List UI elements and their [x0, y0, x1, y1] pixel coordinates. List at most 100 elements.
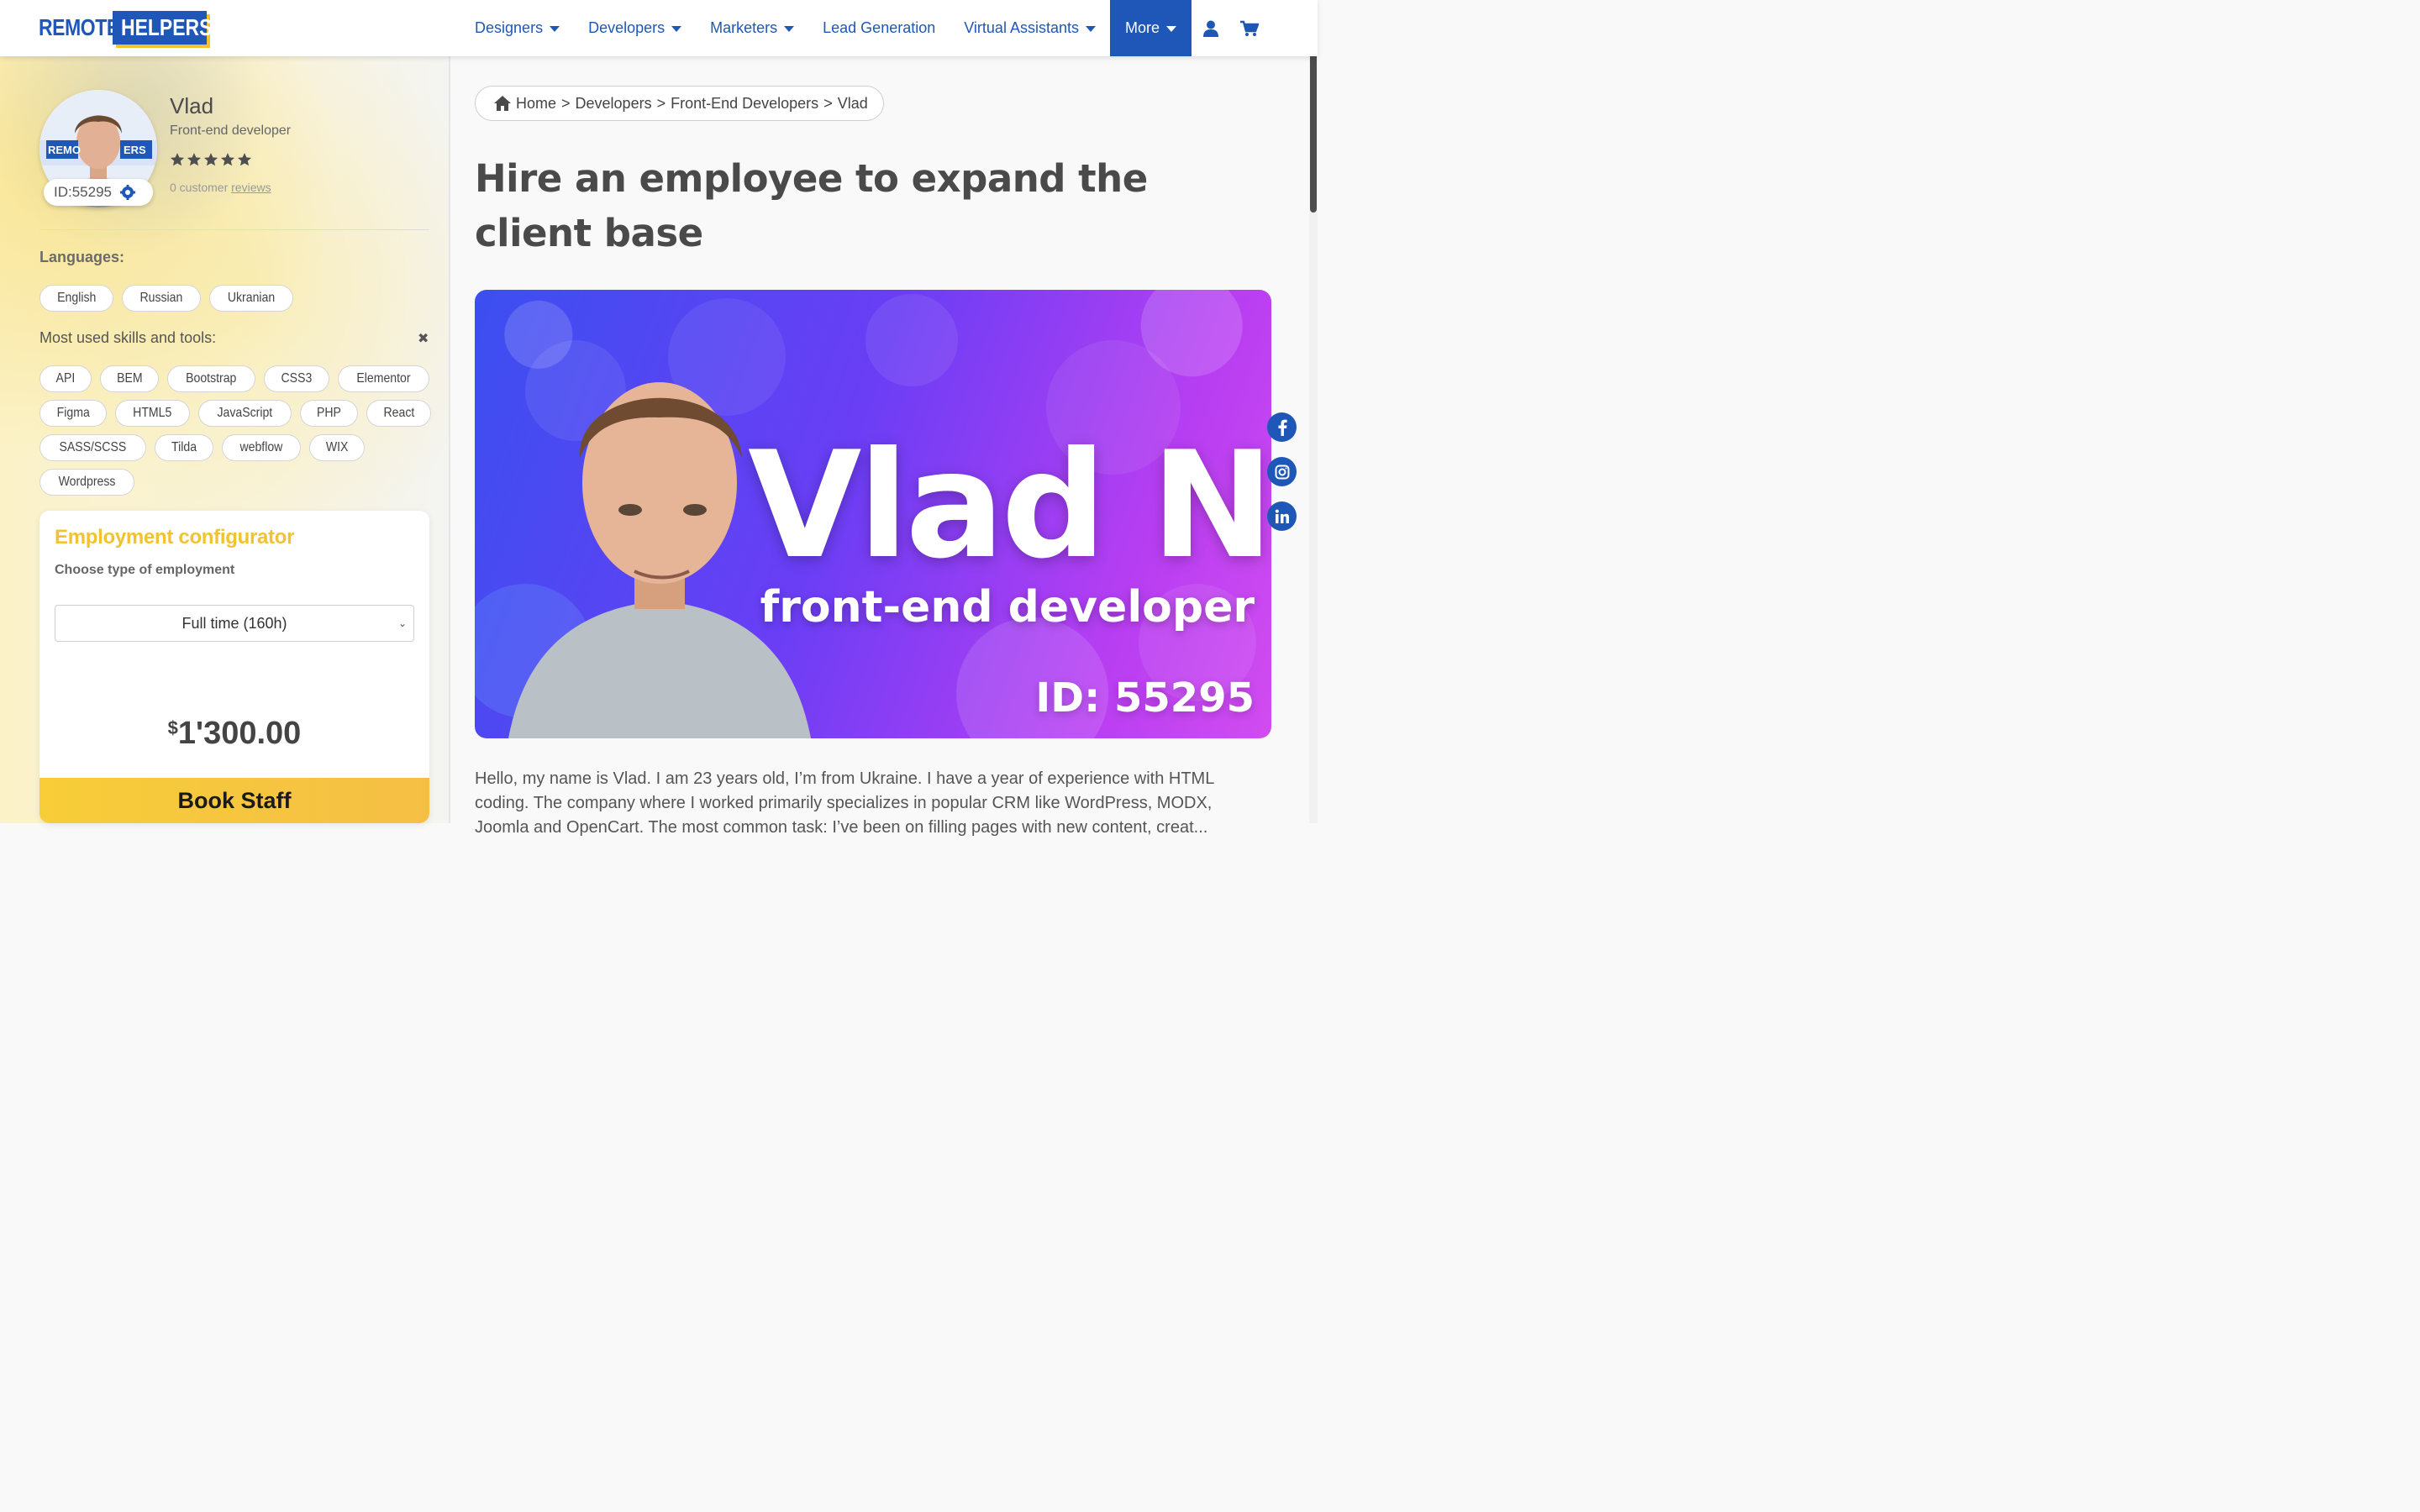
- caret-down-icon: [1166, 26, 1176, 32]
- nav-lead-generation[interactable]: Lead Generation: [808, 0, 950, 56]
- nav-label: Designers: [475, 19, 544, 36]
- divider: [39, 229, 429, 230]
- configurator-title: Employment configurator: [55, 526, 295, 549]
- caret-down-icon: [671, 26, 682, 32]
- reviews-count: 0 customer reviews: [170, 181, 271, 194]
- instagram-button[interactable]: [1267, 457, 1297, 486]
- configurator-subtitle: Choose type of employment: [55, 563, 235, 577]
- chip-label: HTML5: [133, 406, 172, 420]
- skill-chip: Tilda: [154, 434, 213, 461]
- chip-label: Tilda: [171, 440, 197, 454]
- svg-text:REMO: REMO: [48, 144, 81, 156]
- main-nav: Designers Developers Marketers Lead Gene…: [460, 0, 1269, 56]
- chip-label: SASS/SCSS: [59, 440, 127, 454]
- page-scrollbar[interactable]: [1309, 0, 1318, 823]
- intro-text: Hello, my name is Vlad. I am 23 years ol…: [475, 769, 1214, 837]
- skill-chip: webflow: [221, 434, 301, 461]
- languages-title: Languages:: [39, 249, 125, 265]
- chip-label: PHP: [316, 406, 341, 420]
- breadcrumb-home[interactable]: Home: [516, 95, 556, 113]
- nav-more[interactable]: More: [1109, 0, 1192, 56]
- skill-chip: BEM: [99, 365, 160, 392]
- nav-label: More: [1124, 19, 1160, 36]
- language-chips: English Russian Ukranian: [39, 285, 434, 312]
- facebook-button[interactable]: [1267, 412, 1297, 442]
- reviews-count-text: 0 customer: [170, 181, 232, 194]
- employment-configurator: Employment configurator Choose type of e…: [39, 511, 429, 823]
- nav-label: Virtual Assistants: [964, 19, 1079, 36]
- skill-chip: PHP: [299, 400, 358, 427]
- close-icon[interactable]: ✖: [418, 330, 429, 347]
- nav-label: Marketers: [710, 19, 778, 36]
- caret-down-icon: [1085, 26, 1096, 32]
- book-staff-button[interactable]: Book Staff: [39, 778, 429, 823]
- chip-label: CSS3: [281, 371, 313, 386]
- price-value: 1'300.00: [177, 716, 302, 751]
- skill-chip: SASS/SCSS: [39, 434, 146, 461]
- language-chip: English: [39, 285, 114, 312]
- language-chip: Russian: [122, 285, 202, 312]
- logo-badge: HELPERS: [113, 11, 213, 45]
- hero-id: ID: 55295: [1035, 675, 1255, 722]
- cart-button[interactable]: [1230, 0, 1269, 56]
- nav-marketers[interactable]: Marketers: [696, 0, 808, 56]
- hero-banner: Vlad N front-end developer ID: 55295: [475, 290, 1271, 738]
- employment-type-select[interactable]: Full time (160h) ⌄: [55, 605, 414, 642]
- star-icon: [203, 153, 218, 166]
- logo-text-helpers: HELPERS: [121, 14, 213, 40]
- chip-label: JavaScript: [217, 406, 273, 420]
- breadcrumb-separator: >: [823, 94, 833, 112]
- rating-stars: [170, 152, 252, 167]
- chip-label: Ukranian: [228, 291, 276, 305]
- price-currency: $: [167, 717, 178, 738]
- star-icon: [187, 153, 202, 166]
- chip-label: WIX: [325, 440, 349, 454]
- nav-designers[interactable]: Designers: [460, 0, 574, 56]
- site-logo[interactable]: REMOTE HELPERS: [39, 8, 213, 47]
- facebook-icon: [1278, 419, 1287, 436]
- home-icon: [494, 96, 511, 111]
- breadcrumb-separator: >: [656, 94, 666, 112]
- chip-label: English: [57, 291, 97, 305]
- hero-name: Vlad N: [748, 421, 1271, 591]
- cart-icon: [1240, 20, 1259, 36]
- star-icon: [237, 153, 252, 166]
- profile-name: Vlad: [170, 93, 214, 118]
- skill-chip: HTML5: [115, 400, 190, 427]
- logo-text-remote: REMOTE: [39, 14, 119, 40]
- price: $1'300.00: [39, 716, 429, 752]
- skill-chip: Figma: [39, 400, 108, 427]
- nav-developers[interactable]: Developers: [574, 0, 696, 56]
- chip-label: Bootstrap: [186, 371, 237, 386]
- profile-role: Front-end developer: [170, 123, 292, 138]
- chip-label: BEM: [116, 371, 143, 386]
- skill-chips: API BEM Bootstrap CSS3 Elementor Figma H…: [39, 365, 434, 496]
- caret-down-icon: [784, 26, 795, 32]
- star-icon: [220, 153, 235, 166]
- linkedin-icon: [1275, 509, 1289, 523]
- selected-option: Full time (160h): [182, 614, 287, 632]
- breadcrumb-front-end[interactable]: Front-End Developers: [671, 95, 818, 113]
- language-chip: Ukranian: [209, 285, 294, 312]
- skills-title: Most used skills and tools:: [39, 329, 217, 346]
- svg-text:ERS: ERS: [124, 144, 146, 156]
- verified-gear-icon: [120, 185, 135, 200]
- nav-virtual-assistants[interactable]: Virtual Assistants: [950, 0, 1110, 56]
- skill-chip: CSS3: [263, 365, 329, 392]
- skill-chip: Wordpress: [39, 469, 135, 496]
- linkedin-button[interactable]: [1267, 501, 1297, 531]
- caret-down-icon: [550, 26, 560, 32]
- nav-label: Developers: [588, 19, 666, 36]
- profile-id-badge: ID:55295: [44, 179, 153, 206]
- skill-chip: JavaScript: [197, 400, 292, 427]
- breadcrumb-developers[interactable]: Developers: [576, 95, 652, 113]
- chip-label: API: [55, 371, 76, 386]
- nav-label: Lead Generation: [823, 19, 936, 36]
- reviews-link[interactable]: reviews: [231, 181, 271, 194]
- instagram-icon: [1275, 465, 1289, 479]
- account-button[interactable]: [1192, 0, 1230, 56]
- chip-label: Russian: [139, 291, 183, 305]
- chip-label: webflow: [239, 440, 283, 454]
- profile-sidebar: REMO ERS ID:55295 Vlad Front-end develop…: [0, 56, 450, 823]
- skill-chip: API: [39, 365, 92, 392]
